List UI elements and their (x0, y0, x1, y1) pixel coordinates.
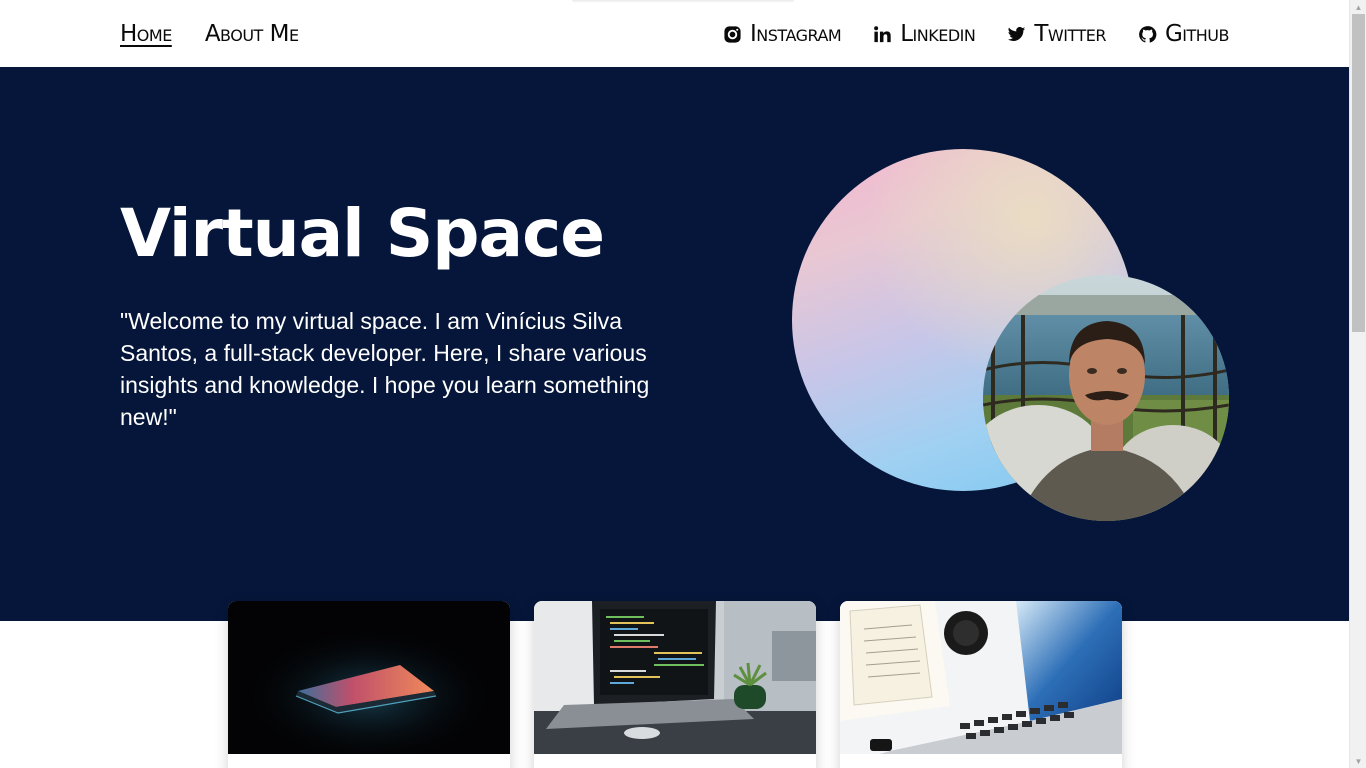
desk-laptop-image (840, 601, 1122, 754)
laptop-glow-image (228, 601, 510, 754)
linkedin-icon (874, 25, 891, 42)
github-icon (1139, 25, 1157, 43)
post-card[interactable] (534, 601, 816, 768)
hero-title: Virtual Space (120, 195, 605, 272)
scrollbar-thumb[interactable] (1352, 14, 1365, 332)
nav-home-link[interactable]: Home (120, 18, 172, 50)
github-link[interactable]: Github (1138, 18, 1230, 50)
main-nav: Home About Me (120, 18, 299, 50)
profile-photo-image (983, 275, 1229, 521)
twitter-label: Twitter (1034, 21, 1106, 47)
scroll-down-arrow-icon[interactable]: ▼ (1350, 754, 1366, 768)
laptop-code-image (534, 601, 816, 754)
instagram-link[interactable]: Instagram (723, 18, 842, 50)
hero-section: Virtual Space "Welcome to my virtual spa… (0, 67, 1349, 621)
post-cards (228, 601, 1122, 768)
nav-about-link[interactable]: About Me (205, 18, 299, 50)
social-nav: Instagram Linkedin Twitter Github (723, 18, 1230, 50)
twitter-link[interactable]: Twitter (1007, 18, 1106, 50)
instagram-label: Instagram (750, 21, 842, 47)
hero-intro-text: "Welcome to my virtual space. I am Viníc… (120, 308, 650, 430)
post-card[interactable] (228, 601, 510, 768)
site-header: Home About Me Instagram Linkedin Twitter (0, 0, 1349, 67)
profile-photo (983, 275, 1229, 521)
github-label: Github (1164, 21, 1230, 47)
instagram-icon (724, 25, 741, 43)
post-card[interactable] (840, 601, 1122, 768)
scroll-up-arrow-icon[interactable]: ▲ (1350, 0, 1366, 14)
linkedin-link[interactable]: Linkedin (873, 18, 976, 50)
page-scrollbar[interactable]: ▲ ▼ (1349, 0, 1366, 768)
linkedin-label: Linkedin (900, 21, 976, 47)
twitter-icon (1008, 26, 1026, 41)
header-shadow (572, 0, 794, 3)
